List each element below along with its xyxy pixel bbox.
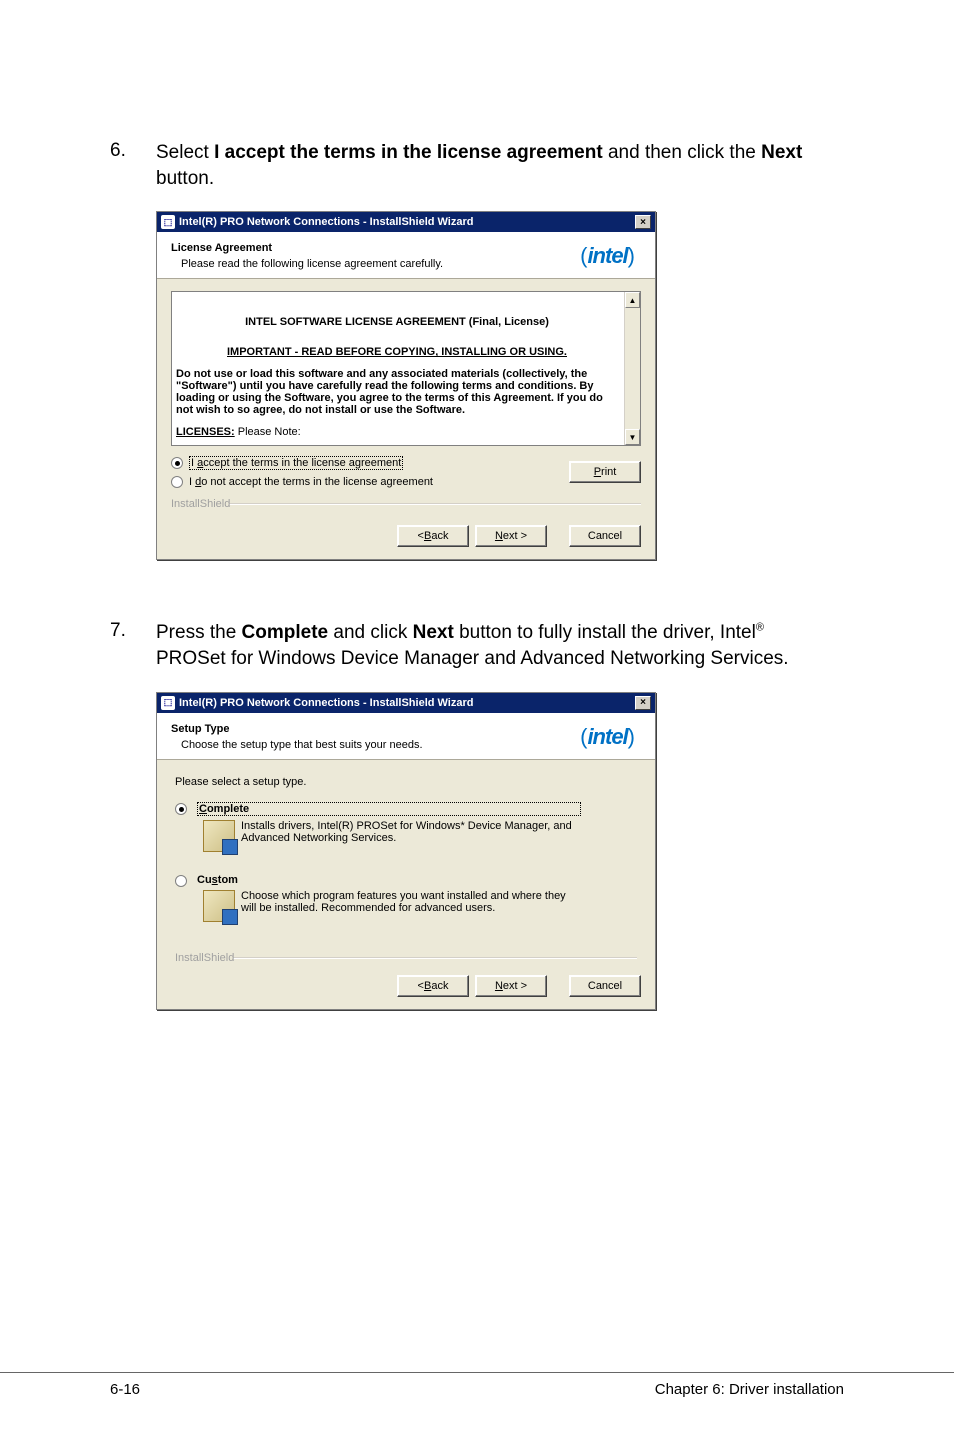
accept-radio-label: I accept the terms in the license agreem…	[189, 456, 403, 470]
header-subtitle: Please read the following license agreem…	[171, 258, 443, 270]
dialog-body: INTEL SOFTWARE LICENSE AGREEMENT (Final,…	[157, 279, 655, 515]
close-button[interactable]: ×	[635, 696, 651, 710]
scroll-up-button[interactable]: ▲	[625, 292, 640, 308]
license-body: Do not use or load this software and any…	[176, 368, 618, 416]
license-important: IMPORTANT - READ BEFORE COPYING, INSTALL…	[227, 346, 567, 358]
dialog-screenshot-1: ⬚ Intel(R) PRO Network Connections - Ins…	[156, 211, 844, 560]
text: rint	[601, 466, 616, 478]
scrollbar[interactable]: ▲ ▼	[624, 292, 640, 445]
step-number: 6.	[110, 140, 156, 191]
text: Cu	[197, 874, 212, 886]
text: tom	[218, 874, 238, 886]
close-button[interactable]: ×	[635, 215, 651, 229]
text: ccept the terms in the license agreement	[203, 457, 401, 469]
registered-mark: ®	[756, 622, 764, 634]
radio-icon	[171, 457, 183, 469]
accept-radio-row[interactable]: I accept the terms in the license agreem…	[171, 456, 433, 470]
installshield-label: InstallShield	[175, 952, 637, 959]
bold-text: Next	[413, 622, 454, 643]
text: button to fully install the driver, Inte…	[454, 622, 756, 643]
text: InstallShield	[175, 952, 234, 964]
step-number: 7.	[110, 620, 156, 671]
setup-type-dialog: ⬚ Intel(R) PRO Network Connections - Ins…	[156, 692, 656, 1010]
text: and click	[328, 622, 412, 643]
document-page: 6. Select I accept the terms in the lice…	[0, 0, 954, 1010]
step-text: Select I accept the terms in the license…	[156, 140, 844, 191]
dialog-header: License Agreement Please read the follow…	[157, 232, 655, 279]
header-title: Setup Type	[171, 723, 423, 735]
text: InstallShield	[171, 498, 230, 510]
text: N	[495, 530, 503, 542]
radio-icon	[171, 476, 183, 488]
step-text: Press the Complete and click Next button…	[156, 620, 789, 671]
page-footer: 6-16 Chapter 6: Driver installation	[0, 1372, 954, 1398]
text: omplete	[207, 803, 249, 815]
text: ack	[431, 530, 448, 542]
dialog-header: Setup Type Choose the setup type that be…	[157, 713, 655, 760]
decline-radio-row[interactable]: I do not accept the terms in the license…	[171, 476, 433, 488]
box-icon	[203, 820, 235, 852]
intel-logo: intel	[580, 724, 641, 750]
dialog-footer: < Back Next > Cancel	[157, 965, 655, 1009]
window-title: Intel(R) PRO Network Connections - Insta…	[179, 216, 473, 228]
text: PROSet for Windows Device Manager and Ad…	[156, 648, 789, 669]
scroll-down-button[interactable]: ▼	[625, 429, 640, 445]
license-textarea[interactable]: INTEL SOFTWARE LICENSE AGREEMENT (Final,…	[171, 291, 641, 446]
text: ext >	[503, 530, 527, 542]
titlebar: ⬚ Intel(R) PRO Network Connections - Ins…	[157, 212, 655, 232]
text: B	[424, 980, 431, 992]
next-button[interactable]: Next >	[475, 975, 547, 997]
text: Press the	[156, 622, 242, 643]
installer-icon: ⬚	[161, 215, 175, 229]
text: ack	[431, 980, 448, 992]
back-button[interactable]: < Back	[397, 975, 469, 997]
window-title: Intel(R) PRO Network Connections - Insta…	[179, 697, 473, 709]
license-agreement-dialog: ⬚ Intel(R) PRO Network Connections - Ins…	[156, 211, 656, 560]
licenses-rest: Please Note:	[235, 426, 301, 438]
complete-description: Installs drivers, Intel(R) PROSet for Wi…	[241, 820, 581, 844]
text: Select	[156, 142, 214, 163]
text: o not accept the terms in the license ag…	[201, 476, 433, 488]
header-subtitle: Choose the setup type that best suits yo…	[171, 739, 423, 751]
cancel-button[interactable]: Cancel	[569, 975, 641, 997]
text: N	[495, 980, 503, 992]
next-button[interactable]: Next >	[475, 525, 547, 547]
complete-label: Complete	[197, 802, 581, 816]
dialog-footer: < Back Next > Cancel	[157, 515, 655, 559]
intel-logo: intel	[580, 243, 641, 269]
bold-text: I accept the terms in the license agreem…	[214, 142, 603, 163]
radio-icon	[175, 875, 187, 887]
custom-label: Custom	[197, 874, 581, 886]
text: P	[594, 466, 601, 478]
step-6: 6. Select I accept the terms in the lice…	[110, 140, 844, 191]
dialog-screenshot-2: ⬚ Intel(R) PRO Network Connections - Ins…	[156, 692, 844, 1010]
dialog-body: Please select a setup type. Complete Ins…	[157, 760, 655, 965]
text: C	[199, 803, 207, 815]
bold-text: Next	[761, 142, 802, 163]
installshield-label: InstallShield	[171, 498, 641, 505]
custom-option[interactable]: Custom Choose which program features you…	[175, 874, 637, 922]
text: ext >	[503, 980, 527, 992]
box-icon	[203, 890, 235, 922]
page-number: 6-16	[110, 1381, 140, 1398]
step-7: 7. Press the Complete and click Next but…	[110, 620, 844, 671]
bold-text: Complete	[242, 622, 329, 643]
license-title: INTEL SOFTWARE LICENSE AGREEMENT (Final,…	[176, 316, 618, 328]
text: button.	[156, 168, 214, 189]
back-button[interactable]: < Back	[397, 525, 469, 547]
chapter-label: Chapter 6: Driver installation	[655, 1381, 844, 1398]
text: and then click the	[603, 142, 761, 163]
setup-prompt: Please select a setup type.	[175, 776, 637, 788]
titlebar: ⬚ Intel(R) PRO Network Connections - Ins…	[157, 693, 655, 713]
custom-description: Choose which program features you want i…	[241, 890, 581, 914]
cancel-button[interactable]: Cancel	[569, 525, 641, 547]
text: B	[424, 530, 431, 542]
licenses-label: LICENSES:	[176, 426, 235, 438]
print-button[interactable]: Print	[569, 461, 641, 483]
header-title: License Agreement	[171, 242, 443, 254]
installer-icon: ⬚	[161, 696, 175, 710]
decline-radio-label: I do not accept the terms in the license…	[189, 476, 433, 488]
complete-option[interactable]: Complete Installs drivers, Intel(R) PROS…	[175, 802, 637, 852]
radio-icon	[175, 803, 187, 815]
